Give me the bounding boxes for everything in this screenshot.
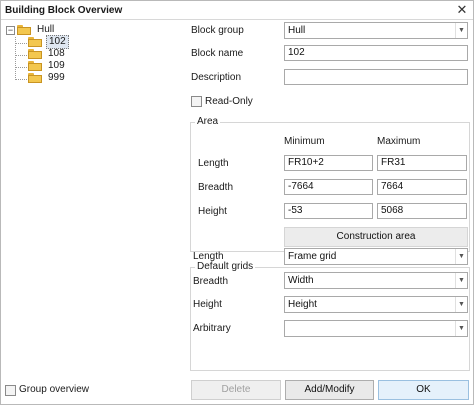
grid-height-select[interactable]: Height ▼ [284, 296, 468, 313]
area-height-label: Height [198, 206, 227, 217]
folder-icon [17, 25, 31, 35]
read-only-label: Read-Only [205, 96, 253, 107]
folder-icon [28, 49, 42, 59]
close-icon[interactable]: ✕ [455, 3, 469, 17]
chevron-down-icon[interactable]: ▼ [455, 249, 467, 264]
tree-node-109[interactable]: 109 [28, 60, 67, 72]
folder-icon [28, 37, 42, 47]
tree-connector [15, 67, 27, 68]
group-overview-label: Group overview [19, 384, 90, 395]
tree-node-label: 109 [48, 60, 65, 71]
grid-length-select[interactable]: Frame grid ▼ [284, 248, 468, 265]
chevron-down-icon[interactable]: ▼ [455, 321, 467, 336]
block-name-input[interactable]: 102 [284, 45, 468, 61]
area-length-min-input[interactable]: FR10+2 [284, 155, 373, 171]
window-title: Building Block Overview [5, 5, 123, 16]
tree-node-label: 999 [48, 72, 65, 83]
tree-connector [15, 43, 27, 44]
area-length-label: Length [198, 158, 229, 169]
construction-area-button[interactable]: Construction area [284, 227, 468, 247]
folder-icon [28, 61, 42, 71]
tree-node-108[interactable]: 108 [28, 48, 67, 60]
grid-length-label: Length [193, 251, 224, 262]
area-breadth-max-input[interactable]: 7664 [377, 179, 467, 195]
grid-arbitrary-select[interactable]: ▼ [284, 320, 468, 337]
grid-arbitrary-label: Arbitrary [193, 323, 231, 334]
grid-breadth-label: Breadth [193, 276, 229, 287]
delete-button[interactable]: Delete [191, 380, 281, 400]
chevron-down-icon[interactable]: ▼ [455, 273, 467, 288]
collapse-icon[interactable]: − [6, 25, 15, 35]
tree-connector [15, 55, 27, 56]
grid-length-value: Frame grid [288, 251, 337, 262]
group-overview-checkbox[interactable] [5, 385, 16, 396]
minimum-column-header: Minimum [284, 136, 325, 147]
chevron-down-icon[interactable]: ▼ [455, 297, 467, 312]
tree-connector [15, 79, 27, 80]
read-only-checkbox[interactable] [191, 96, 202, 107]
grid-height-value: Height [288, 299, 317, 310]
tree-node-label: 102 [46, 35, 69, 49]
grid-breadth-value: Width [288, 275, 314, 286]
block-name-label: Block name [191, 48, 244, 59]
block-group-label: Block group [191, 25, 244, 36]
block-group-value: Hull [288, 25, 306, 36]
tree-node-102[interactable]: 102 [28, 35, 69, 49]
title-bar: Building Block Overview ✕ [1, 1, 473, 20]
grid-height-label: Height [193, 299, 222, 310]
description-input[interactable] [284, 69, 468, 85]
add-modify-button[interactable]: Add/Modify [285, 380, 374, 400]
block-tree[interactable]: − Hull 102 108 109 999 [1, 22, 181, 377]
tree-node-999[interactable]: 999 [28, 72, 67, 84]
building-block-overview-dialog: Building Block Overview ✕ − Hull 102 108… [0, 0, 474, 405]
grid-breadth-select[interactable]: Width ▼ [284, 272, 468, 289]
area-breadth-min-input[interactable]: -7664 [284, 179, 373, 195]
maximum-column-header: Maximum [377, 136, 421, 147]
chevron-down-icon[interactable]: ▼ [455, 23, 467, 38]
area-length-max-input[interactable]: FR31 [377, 155, 467, 171]
area-group-title: Area [195, 116, 221, 128]
tree-node-label: 108 [48, 48, 65, 59]
area-height-min-input[interactable]: -53 [284, 203, 373, 219]
description-label: Description [191, 72, 242, 83]
area-height-max-input[interactable]: 5068 [377, 203, 467, 219]
block-group-select[interactable]: Hull ▼ [284, 22, 468, 39]
area-breadth-label: Breadth [198, 182, 234, 193]
ok-button[interactable]: OK [378, 380, 469, 400]
folder-icon [28, 73, 42, 83]
